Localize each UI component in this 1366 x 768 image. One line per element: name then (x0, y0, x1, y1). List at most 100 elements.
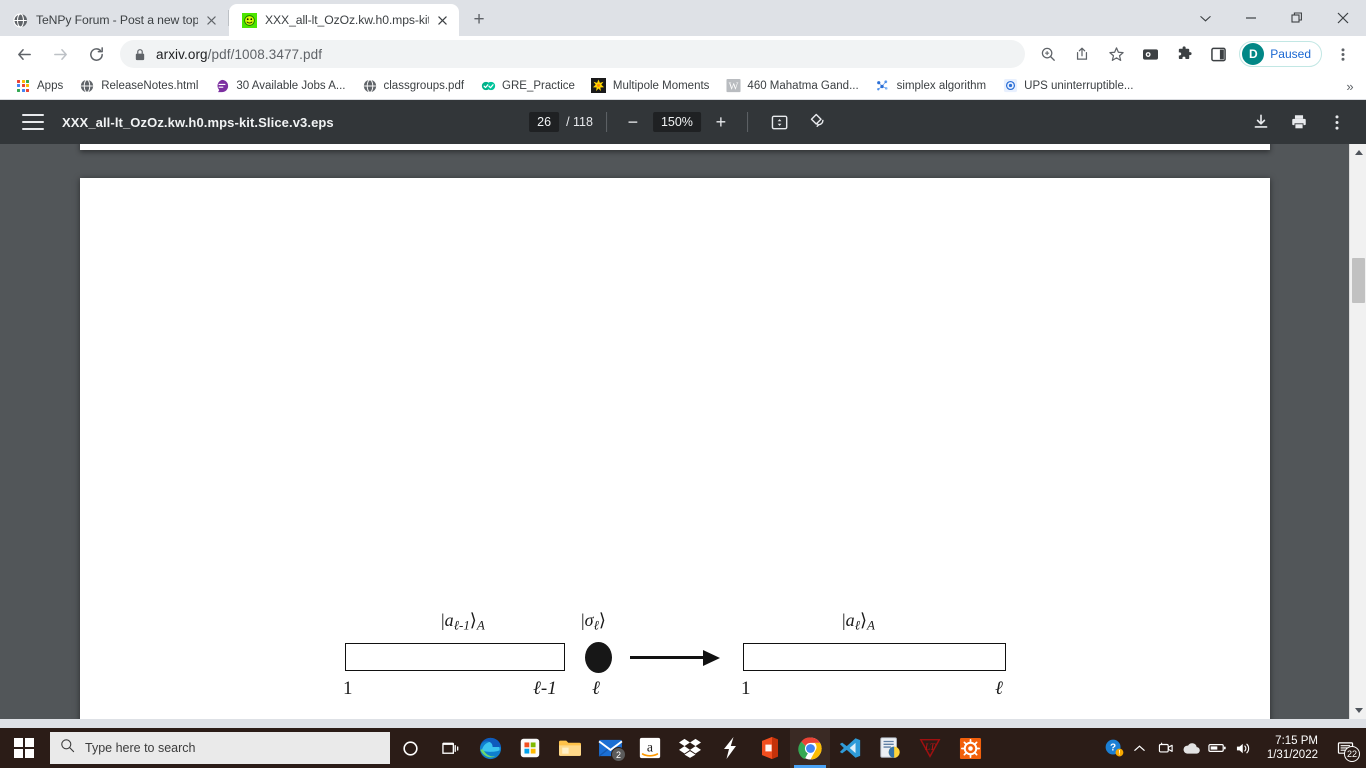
bookmark-mahatma-gandhi[interactable]: W 460 Mahatma Gand... (718, 75, 865, 97)
bookmark-label: UPS uninterruptible... (1024, 79, 1134, 92)
minimize-icon[interactable] (1228, 2, 1274, 34)
chevron-down-icon[interactable] (1182, 2, 1228, 34)
google-chrome-icon[interactable] (790, 728, 830, 768)
dropbox-icon[interactable] (670, 728, 710, 768)
browser-tab-strip: TeNPy Forum - Post a new topic XXX_all-l… (0, 0, 1366, 36)
reload-button[interactable] (81, 39, 111, 69)
browser-toolbar: arxiv.org/pdf/1008.3477.pdf D Paused (0, 36, 1366, 72)
bookmark-simplex-algorithm[interactable]: simplex algorithm (868, 75, 993, 97)
profile-button[interactable]: D Paused (1239, 41, 1322, 67)
bookmark-jobs[interactable]: 30 Available Jobs A... (207, 75, 352, 97)
forward-button[interactable] (45, 39, 75, 69)
zoom-icon[interactable] (1034, 40, 1062, 68)
page-count-label: / 118 (566, 115, 593, 129)
arrow-shaft (630, 656, 708, 660)
profile-status: Paused (1270, 47, 1311, 61)
bookmark-gre-practice[interactable]: GRE_Practice (473, 75, 582, 97)
zoom-out-button[interactable]: − (620, 109, 646, 135)
bookmark-star-icon[interactable] (1102, 40, 1130, 68)
bookmarks-bar: Apps ReleaseNotes.html 30 Available Jobs… (0, 72, 1366, 100)
chevron-up-icon[interactable] (1127, 728, 1153, 768)
svg-text:?: ? (1110, 743, 1116, 754)
bookmark-apps[interactable]: Apps (8, 75, 70, 97)
taskbar-search[interactable]: Type here to search (50, 732, 390, 764)
more-vertical-icon[interactable] (1322, 107, 1352, 137)
pdf-page-26: |aℓ-1⟩A 1 ℓ-1 |σℓ⟩ ℓ |aℓ⟩A 1 ℓ (80, 178, 1270, 719)
green-check-icon (480, 78, 496, 94)
clock-time: 7:15 PM (1275, 735, 1318, 747)
block-right-rect (743, 643, 1006, 671)
latex-icon[interactable]: LT (910, 728, 950, 768)
onedrive-icon[interactable] (1179, 728, 1205, 768)
rotate-icon[interactable] (803, 107, 833, 137)
label-site: |σℓ⟩ (581, 610, 606, 633)
globe-icon (79, 78, 95, 94)
maximize-icon[interactable] (1274, 2, 1320, 34)
file-explorer-icon[interactable] (550, 728, 590, 768)
bookmark-multipole-moments[interactable]: Multipole Moments (584, 75, 717, 97)
share-icon[interactable] (1068, 40, 1096, 68)
cortana-circle-icon[interactable] (390, 728, 430, 768)
battery-icon[interactable] (1205, 728, 1231, 768)
microsoft-edge-icon[interactable] (470, 728, 510, 768)
url-path: /pdf/1008.3477.pdf (207, 46, 323, 62)
close-icon[interactable] (433, 11, 451, 29)
back-button[interactable] (9, 39, 39, 69)
media-icon[interactable] (1136, 40, 1164, 68)
bookmark-classgroups[interactable]: classgroups.pdf (355, 75, 472, 97)
pdf-scroll-area[interactable]: |aℓ-1⟩A 1 ℓ-1 |σℓ⟩ ℓ |aℓ⟩A 1 ℓ (0, 128, 1366, 719)
pdf-vertical-scrollbar[interactable] (1349, 144, 1366, 719)
microsoft-office-icon[interactable] (750, 728, 790, 768)
pdf-right-controls (1242, 107, 1356, 137)
task-view-icon[interactable] (430, 728, 470, 768)
page-number-input[interactable]: 26 (529, 112, 560, 132)
vs-code-icon[interactable] (830, 728, 870, 768)
hamburger-icon[interactable] (22, 114, 44, 130)
green-smiley-icon (241, 12, 257, 28)
download-icon[interactable] (1246, 107, 1276, 137)
volume-icon[interactable] (1231, 728, 1257, 768)
python-file-icon[interactable] (870, 728, 910, 768)
start-button[interactable] (0, 728, 48, 768)
print-icon[interactable] (1284, 107, 1314, 137)
scrollbar-thumb[interactable] (1352, 258, 1365, 303)
tab-title: XXX_all-lt_OzOz.kw.h0.mps-kit.Sli (265, 13, 429, 27)
orange-app-icon[interactable] (950, 728, 990, 768)
extensions-puzzle-icon[interactable] (1170, 40, 1198, 68)
bookmark-label: Multipole Moments (612, 79, 710, 92)
pdf-document-title: XXX_all-lt_OzOz.kw.h0.mps-kit.Slice.v3.e… (62, 114, 334, 130)
close-window-icon[interactable] (1320, 2, 1366, 34)
clock-date: 1/31/2022 (1266, 749, 1318, 761)
amazon-icon[interactable]: a (630, 728, 670, 768)
tick-right-start: 1 (741, 678, 751, 699)
purple-badge-icon (214, 78, 230, 94)
fit-page-icon[interactable] (765, 107, 795, 137)
address-bar[interactable]: arxiv.org/pdf/1008.3477.pdf (120, 40, 1026, 68)
word-w-icon: W (725, 78, 741, 94)
more-vertical-icon[interactable] (1329, 40, 1357, 68)
divider (605, 112, 607, 132)
bookmark-label: classgroups.pdf (383, 79, 465, 92)
bookmark-ups[interactable]: UPS uninterruptible... (995, 75, 1140, 97)
scroll-up-icon[interactable] (1350, 144, 1366, 161)
arrow-head (703, 649, 720, 666)
close-icon[interactable] (202, 11, 220, 29)
microsoft-store-icon[interactable] (510, 728, 550, 768)
system-tray: ?! 7:15 PM 1/31/2022 22 (1101, 728, 1366, 768)
sidepanel-icon[interactable] (1204, 40, 1232, 68)
camera-icon[interactable] (1153, 728, 1179, 768)
mail-icon[interactable]: 2 (590, 728, 630, 768)
speedtest-icon[interactable] (710, 728, 750, 768)
new-tab-button[interactable]: + (465, 6, 493, 34)
help-icon[interactable]: ?! (1101, 728, 1127, 768)
svg-text:LT: LT (924, 742, 936, 752)
bookmark-label: ReleaseNotes.html (101, 79, 199, 92)
browser-tab-1[interactable]: XXX_all-lt_OzOz.kw.h0.mps-kit.Sli (229, 4, 459, 36)
browser-tab-0[interactable]: TeNPy Forum - Post a new topic (0, 4, 228, 36)
bookmarks-overflow-icon[interactable]: » (1340, 76, 1360, 96)
scroll-down-icon[interactable] (1350, 702, 1366, 719)
zoom-in-button[interactable]: + (708, 109, 734, 135)
taskbar-clock[interactable]: 7:15 PM 1/31/2022 (1257, 734, 1328, 762)
notifications-icon[interactable]: 22 (1328, 728, 1362, 768)
bookmark-releasenotes[interactable]: ReleaseNotes.html (72, 75, 205, 97)
